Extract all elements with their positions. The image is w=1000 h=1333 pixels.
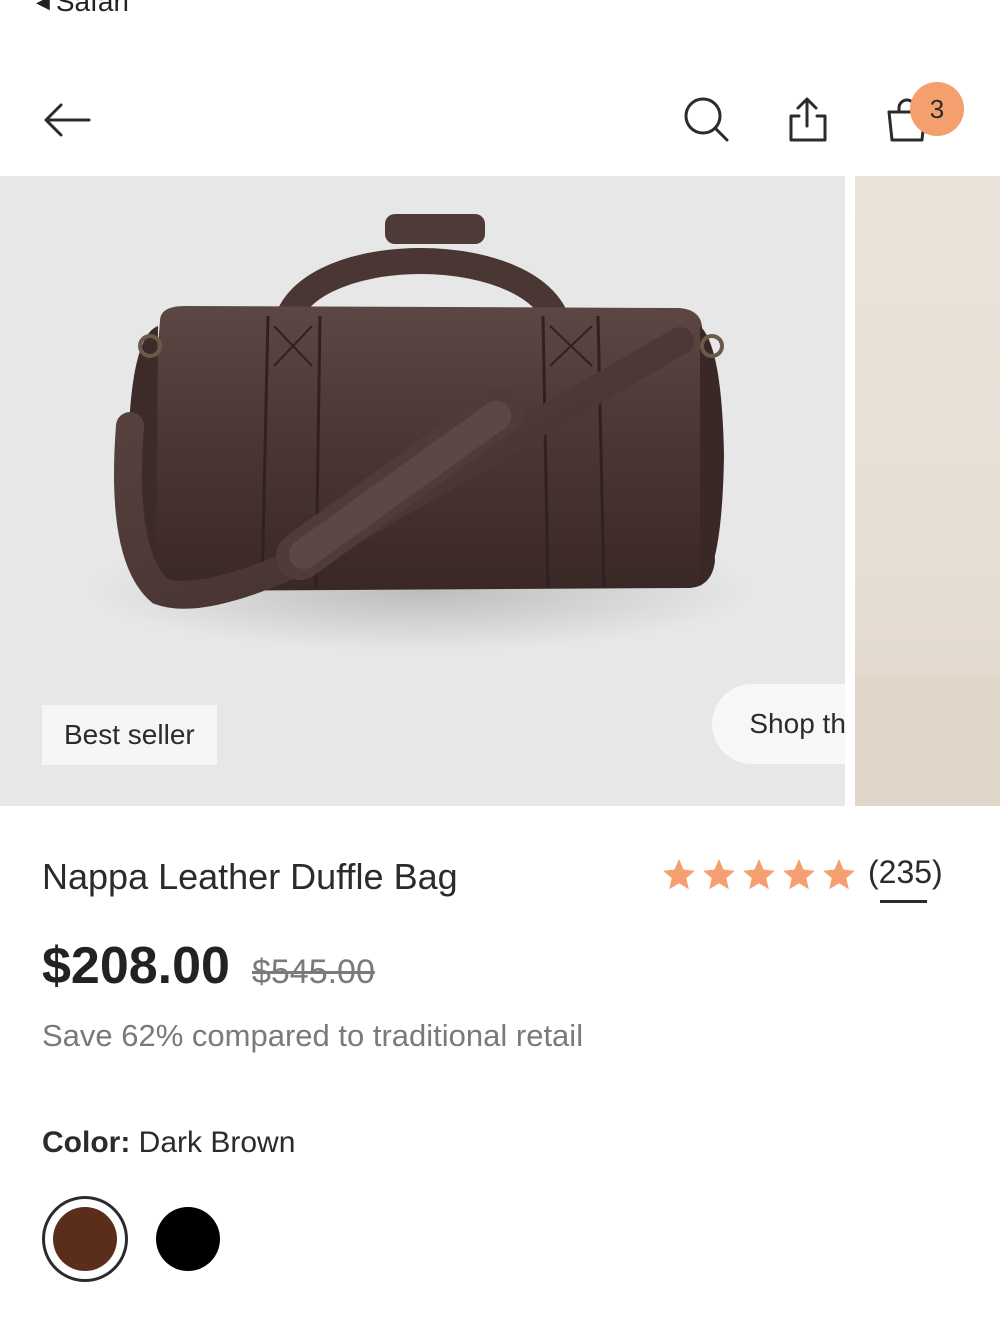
- swatch-dark-brown[interactable]: [42, 1196, 128, 1282]
- rating-link[interactable]: (235): [660, 854, 943, 903]
- search-icon: [684, 97, 729, 142]
- back-to-safari-label: Safari: [55, 0, 129, 17]
- gallery-slide-main[interactable]: Best seller Shop the look: [0, 176, 845, 806]
- color-swatches: [42, 1196, 220, 1282]
- sale-price: $208.00: [42, 937, 230, 995]
- swatch-dark-brown-fill: [53, 1207, 117, 1271]
- best-seller-badge: Best seller: [42, 705, 217, 765]
- search-button[interactable]: [672, 80, 742, 160]
- savings-text: Save 62% compared to traditional retail: [42, 1018, 584, 1053]
- arrow-left-icon: [44, 103, 91, 137]
- star-icon: [663, 858, 695, 889]
- gallery-slide-next-preview[interactable]: [855, 176, 1000, 806]
- top-nav: [0, 80, 1000, 160]
- star-icon: [703, 858, 735, 889]
- star-icon: [783, 858, 815, 889]
- back-to-safari-link[interactable]: ◀ Safari: [36, 0, 129, 18]
- color-label: Color:: [42, 1126, 131, 1159]
- back-button[interactable]: [32, 80, 102, 160]
- color-selection-label: Color: Dark Brown: [42, 1126, 295, 1160]
- product-gallery[interactable]: Best seller Shop the look: [0, 176, 1000, 806]
- back-triangle-icon: ◀: [36, 0, 50, 12]
- color-value: Dark Brown: [138, 1126, 296, 1159]
- price-row: $208.00 $545.00: [42, 936, 375, 996]
- review-count[interactable]: (235): [868, 854, 943, 903]
- swatch-black[interactable]: [156, 1207, 220, 1271]
- original-price: $545.00: [251, 953, 375, 991]
- cart-count-badge: 3: [910, 82, 964, 136]
- star-icon: [743, 858, 775, 889]
- star-icon: [823, 858, 855, 889]
- next-slide-background: [855, 676, 1000, 806]
- product-title: Nappa Leather Duffle Bag: [42, 856, 458, 897]
- share-button[interactable]: [772, 80, 842, 160]
- status-bar: ◀ Safari: [0, 0, 1000, 40]
- share-icon: [789, 97, 827, 142]
- shop-the-look-button[interactable]: Shop the look: [712, 684, 845, 764]
